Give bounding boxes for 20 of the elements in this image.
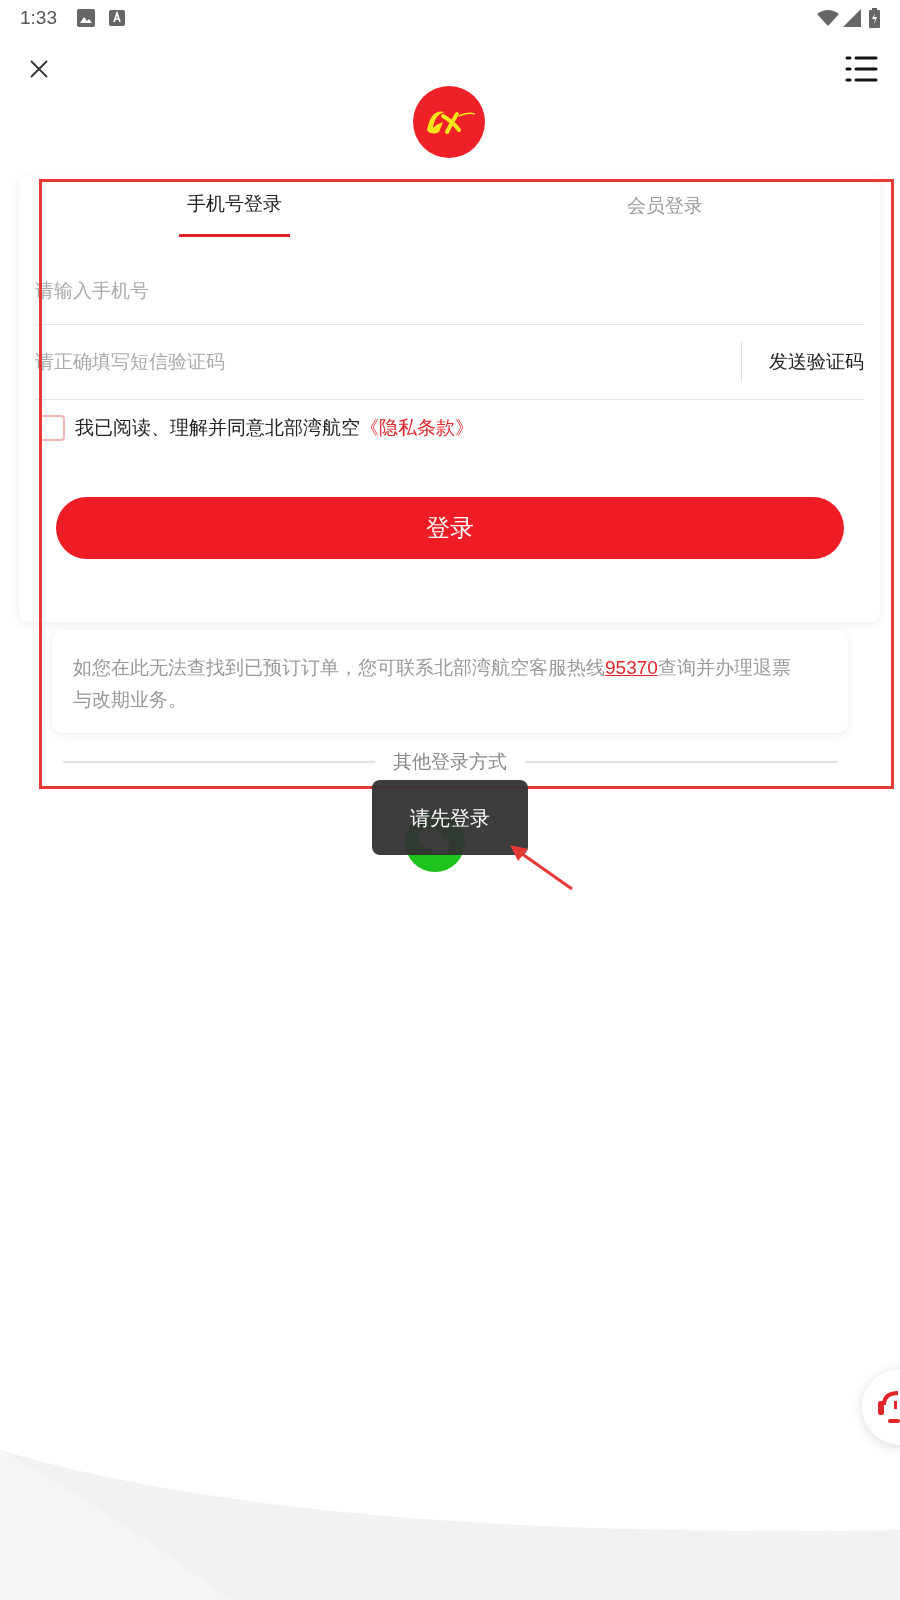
- tab[interactable]: 手机号登录: [19, 175, 450, 237]
- other-login-label: 其他登录方式: [392, 750, 508, 774]
- airline-logo: [413, 86, 485, 158]
- tab[interactable]: 会员登录: [449, 175, 880, 237]
- hotline-link[interactable]: 95370: [605, 657, 658, 678]
- notice-text: 如您在此无法查找到已预订订单，您可联系北部湾航空客服热线95370查询并办理退票与改期业务。: [73, 656, 792, 712]
- headset-icon: [878, 1389, 900, 1425]
- status-time: 1:33: [20, 5, 57, 30]
- close-icon[interactable]: [30, 60, 48, 78]
- menu-icon[interactable]: [845, 56, 878, 82]
- privacy-link[interactable]: 《隐私条款》: [360, 414, 474, 443]
- send-code-button[interactable]: 发送验证码: [742, 347, 864, 377]
- login-button[interactable]: 登录: [55, 496, 844, 559]
- agreement-text: 我已阅读、理解并同意北部湾航空: [75, 416, 360, 440]
- signal-icon: [843, 9, 861, 27]
- image-icon: [77, 9, 95, 27]
- font-icon: [109, 10, 125, 26]
- wifi-icon: [817, 10, 839, 26]
- battery-icon: [869, 8, 880, 28]
- login-toast: 请先登录: [372, 780, 528, 855]
